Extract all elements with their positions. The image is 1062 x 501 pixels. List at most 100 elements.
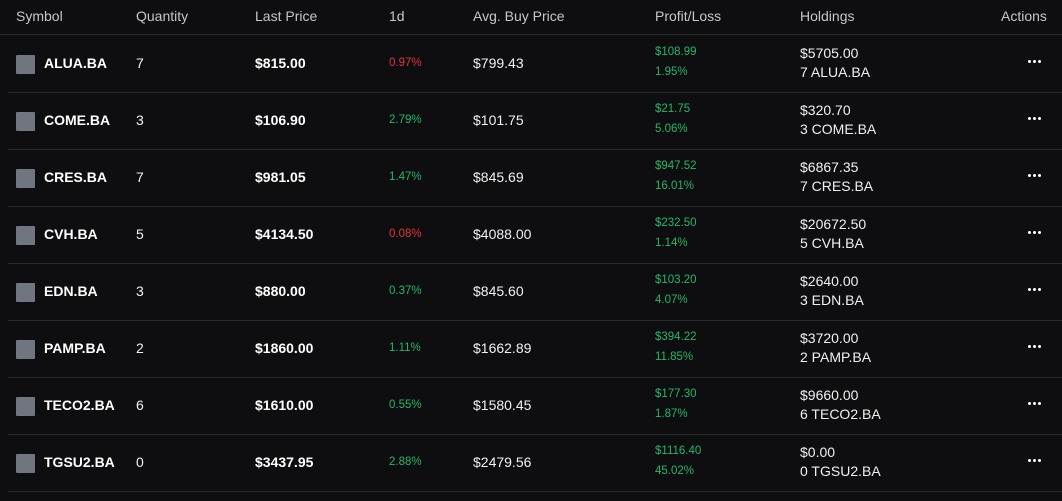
profit-loss-percent: 16.01% (655, 180, 695, 192)
header-actions: Actions (1001, 8, 1047, 24)
quantity: 5 (136, 226, 144, 242)
holdings-units: 7 CRES.BA (800, 178, 874, 194)
change-1d: 1.11% (389, 342, 421, 354)
profit-loss-percent: 1.95% (655, 66, 688, 78)
last-price: $981.05 (255, 169, 306, 185)
holdings-value: $20672.50 (800, 216, 867, 232)
holdings-value: $6867.35 (800, 159, 859, 175)
last-price: $1610.00 (255, 397, 314, 413)
symbol-logo-icon (16, 55, 35, 74)
table-row[interactable]: COME.BA 3 $106.90 2.79% $101.75 $21.75 5… (8, 93, 1062, 150)
symbol[interactable]: EDN.BA (44, 283, 98, 299)
header-profit-loss[interactable]: Profit/Loss (655, 8, 721, 24)
holdings-units: 6 TECO2.BA (800, 406, 881, 422)
holdings-units: 5 CVH.BA (800, 235, 864, 251)
holdings-units: 7 ALUA.BA (800, 64, 871, 80)
profit-loss-percent: 11.85% (655, 351, 694, 363)
holdings-value: $9660.00 (800, 387, 859, 403)
quantity: 7 (136, 169, 144, 185)
profit-loss-percent: 45.02% (655, 465, 695, 477)
change-1d: 0.08% (389, 228, 422, 240)
holdings-units: 3 EDN.BA (800, 292, 864, 308)
change-1d: 2.88% (389, 456, 422, 468)
change-1d: 0.97% (389, 57, 422, 69)
avg-buy-price: $1580.45 (473, 397, 532, 413)
holdings-value: $320.70 (800, 102, 851, 118)
quantity: 3 (136, 283, 144, 299)
last-price: $880.00 (255, 283, 306, 299)
header-last-price[interactable]: Last Price (255, 8, 317, 24)
more-horizontal-icon[interactable] (1022, 336, 1046, 356)
table-row[interactable]: ALUA.BA 7 $815.00 0.97% $799.43 $108.99 … (8, 36, 1062, 93)
table-row[interactable]: EDN.BA 3 $880.00 0.37% $845.60 $103.20 4… (8, 264, 1062, 321)
table-header: Symbol Quantity Last Price 1d Avg. Buy P… (0, 0, 1062, 35)
quantity: 0 (136, 454, 144, 470)
change-1d: 1.47% (389, 171, 422, 183)
avg-buy-price: $4088.00 (473, 226, 532, 242)
symbol[interactable]: PAMP.BA (44, 340, 106, 356)
symbol[interactable]: ALUA.BA (44, 55, 107, 71)
symbol[interactable]: CVH.BA (44, 226, 98, 242)
more-horizontal-icon[interactable] (1022, 108, 1046, 128)
quantity: 7 (136, 55, 144, 71)
header-holdings[interactable]: Holdings (800, 8, 854, 24)
symbol-logo-icon (16, 454, 35, 473)
holdings-units: 0 TGSU2.BA (800, 463, 881, 479)
header-avg-buy-price[interactable]: Avg. Buy Price (473, 8, 565, 24)
holdings-value: $5705.00 (800, 45, 859, 61)
profit-loss-percent: 1.87% (655, 408, 688, 420)
holdings-units: 3 COME.BA (800, 121, 877, 137)
symbol-logo-icon (16, 112, 35, 131)
header-1d[interactable]: 1d (389, 8, 405, 24)
change-1d: 0.37% (389, 285, 422, 297)
profit-loss-percent: 1.14% (655, 237, 688, 249)
last-price: $4134.50 (255, 226, 314, 242)
avg-buy-price: $101.75 (473, 112, 524, 128)
profit-loss-percent: 4.07% (655, 294, 688, 306)
table-row[interactable]: TGSU2.BA 0 $3437.95 2.88% $2479.56 $1116… (8, 435, 1062, 492)
quantity: 3 (136, 112, 144, 128)
avg-buy-price: $845.69 (473, 169, 524, 185)
avg-buy-price: $2479.56 (473, 454, 532, 470)
last-price: $106.90 (255, 112, 306, 128)
symbol[interactable]: CRES.BA (44, 169, 107, 185)
symbol-logo-icon (16, 397, 35, 416)
table-row[interactable]: PAMP.BA 2 $1860.00 1.11% $1662.89 $394.2… (8, 321, 1062, 378)
profit-loss-value: $947.52 (655, 160, 697, 172)
more-horizontal-icon[interactable] (1022, 222, 1046, 242)
symbol[interactable]: TECO2.BA (44, 397, 115, 413)
symbol[interactable]: COME.BA (44, 112, 110, 128)
symbol-logo-icon (16, 226, 35, 245)
profit-loss-value: $232.50 (655, 217, 697, 229)
profit-loss-value: $394.22 (655, 331, 697, 343)
symbol[interactable]: TGSU2.BA (44, 454, 115, 470)
last-price: $1860.00 (255, 340, 314, 356)
more-horizontal-icon[interactable] (1022, 51, 1046, 71)
header-quantity[interactable]: Quantity (136, 8, 188, 24)
change-1d: 2.79% (389, 114, 422, 126)
profit-loss-value: $21.75 (655, 103, 691, 115)
more-horizontal-icon[interactable] (1022, 279, 1046, 299)
table-row[interactable]: CVH.BA 5 $4134.50 0.08% $4088.00 $232.50… (8, 207, 1062, 264)
more-horizontal-icon[interactable] (1022, 450, 1046, 470)
profit-loss-value: $108.99 (655, 46, 697, 58)
more-horizontal-icon[interactable] (1022, 165, 1046, 185)
quantity: 2 (136, 340, 144, 356)
header-symbol[interactable]: Symbol (16, 8, 63, 24)
avg-buy-price: $799.43 (473, 55, 524, 71)
holdings-table: Symbol Quantity Last Price 1d Avg. Buy P… (0, 0, 1062, 501)
profit-loss-percent: 5.06% (655, 123, 688, 135)
avg-buy-price: $845.60 (473, 283, 524, 299)
change-1d: 0.55% (389, 399, 422, 411)
profit-loss-value: $177.30 (655, 388, 697, 400)
holdings-value: $0.00 (800, 444, 836, 460)
table-row[interactable]: TECO2.BA 6 $1610.00 0.55% $1580.45 $177.… (8, 378, 1062, 435)
holdings-units: 2 PAMP.BA (800, 349, 872, 365)
table-row[interactable]: CRES.BA 7 $981.05 1.47% $845.69 $947.52 … (8, 150, 1062, 207)
last-price: $3437.95 (255, 454, 314, 470)
last-price: $815.00 (255, 55, 306, 71)
holdings-value: $3720.00 (800, 330, 859, 346)
more-horizontal-icon[interactable] (1022, 393, 1046, 413)
symbol-logo-icon (16, 340, 35, 359)
symbol-logo-icon (16, 283, 35, 302)
